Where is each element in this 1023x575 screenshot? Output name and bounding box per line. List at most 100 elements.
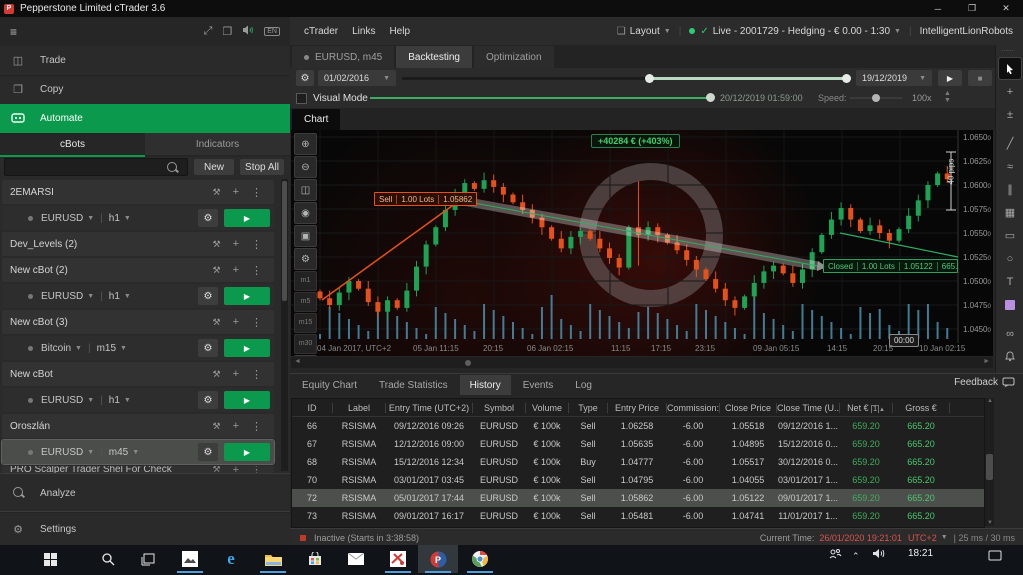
zoom-in-icon[interactable]: ⊕: [294, 133, 317, 155]
scroll-right-arrow[interactable]: ►: [983, 358, 990, 365]
more-options-icon[interactable]: ⋮: [251, 368, 262, 381]
instance-play-button[interactable]: ▶: [224, 339, 270, 357]
tab-optimization[interactable]: Optimization: [474, 46, 554, 68]
instance-symbol[interactable]: EURUSD: [41, 291, 83, 302]
column-header[interactable]: Type: [569, 403, 608, 413]
scrollbar-thumb[interactable]: [465, 360, 471, 366]
menu-links[interactable]: Links: [352, 26, 375, 37]
speed-slider-handle[interactable]: [872, 94, 880, 102]
add-instance-icon[interactable]: +: [233, 238, 239, 250]
snapshot-icon[interactable]: ▣: [294, 225, 317, 247]
taskbar-ctrader-icon[interactable]: P: [418, 545, 458, 573]
chart-type-icon[interactable]: ◫: [294, 179, 317, 201]
cbot-list-scrollbar[interactable]: [281, 179, 288, 471]
column-header[interactable]: Volume: [526, 403, 569, 413]
multi-line-icon[interactable]: ≈: [999, 156, 1021, 177]
scroll-up-arrow[interactable]: ▲: [987, 398, 993, 404]
taskbar-mail-icon[interactable]: [336, 545, 376, 573]
tab-cbots[interactable]: cBots: [0, 133, 145, 157]
column-header[interactable]: Label: [333, 403, 386, 413]
speed-stepper[interactable]: ▲▼: [944, 90, 951, 104]
text-tool-icon[interactable]: T: [999, 271, 1021, 292]
timeframe-m30-button[interactable]: m30: [294, 334, 317, 354]
add-instance-icon[interactable]: +: [233, 316, 239, 328]
instance-play-button[interactable]: ▶: [224, 209, 270, 227]
column-header[interactable]: Entry Time (UTC+2): [386, 403, 473, 413]
range-slider-handle-left[interactable]: [645, 74, 654, 83]
sidebar-item-copy[interactable]: ❐Copy: [0, 75, 290, 105]
cbot-row[interactable]: Oroszlán⚒+⋮: [2, 414, 274, 438]
cbot-row[interactable]: Dev_Levels (2)⚒+⋮: [2, 232, 274, 256]
cbot-row[interactable]: PRO Scalper Trader Shel For Check⚒+⋮: [2, 466, 274, 473]
maximize-button[interactable]: ❐: [955, 0, 989, 17]
speed-slider[interactable]: [850, 97, 902, 99]
more-options-icon[interactable]: ⋮: [251, 466, 262, 473]
hamburger-menu-icon[interactable]: ≡: [10, 25, 17, 39]
broker-name[interactable]: IntelligentLionRobots: [920, 26, 1013, 37]
objects-icon[interactable]: ∞: [999, 323, 1021, 344]
show-hidden-icons[interactable]: ⌃: [852, 551, 860, 562]
tab-eurusd-m45[interactable]: EURUSD, m45: [292, 46, 394, 68]
menu-help[interactable]: Help: [389, 26, 410, 37]
cbot-instance-row[interactable]: EURUSD▼|h1▼⚙▶: [2, 388, 274, 412]
instance-timeframe[interactable]: h1: [109, 291, 120, 302]
ellipse-tool-icon[interactable]: ○: [999, 248, 1021, 269]
layout-menu[interactable]: Layout: [630, 26, 660, 37]
minimize-button[interactable]: ─: [921, 0, 955, 17]
backtest-settings-button[interactable]: ⚙: [296, 70, 314, 86]
table-row[interactable]: 68RSISMA15/12/2016 12:34EURUSD€ 100kBuy1…: [292, 453, 984, 471]
group-icon[interactable]: ⚒: [212, 265, 220, 276]
instance-timeframe[interactable]: h1: [109, 395, 120, 406]
cbot-instance-row[interactable]: EURUSD▼|m45▼⚙▶: [2, 440, 274, 464]
add-instance-icon[interactable]: +: [233, 466, 239, 473]
cbot-instance-row[interactable]: Bitcoin▼|m15▼⚙▶: [2, 336, 274, 360]
alert-bell-icon[interactable]: [999, 346, 1021, 367]
cbot-instance-row[interactable]: EURUSD▼|h1▼⚙▶: [2, 284, 274, 308]
table-row[interactable]: 72RSISMA05/01/2017 17:44EURUSD€ 100kSell…: [292, 489, 984, 507]
column-header[interactable]: Close Time (U..: [777, 403, 840, 413]
sell-position-label[interactable]: Sell1.00 Lots1.05862: [374, 192, 477, 206]
instance-settings-button[interactable]: ⚙: [198, 287, 218, 305]
fibonacci-icon[interactable]: ▦: [999, 202, 1021, 223]
add-instance-icon[interactable]: +: [233, 264, 239, 276]
closed-position-label[interactable]: Closed1.00 Lots1.05122665.20Pip: [823, 259, 958, 273]
instance-play-button[interactable]: ▶: [224, 443, 270, 461]
tab-equity-chart[interactable]: Equity Chart: [292, 375, 367, 395]
account-selector[interactable]: Live - 2001729 - Hedging - € 0.00 - 1:30: [713, 26, 890, 37]
rectangle-tool-icon[interactable]: ▭: [999, 225, 1021, 246]
cbot-row[interactable]: 2EMARSI⚒+⋮: [2, 180, 274, 204]
tab-log[interactable]: Log: [565, 375, 602, 395]
range-slider-handle-right[interactable]: [842, 74, 851, 83]
parallel-channel-icon[interactable]: ∥: [999, 179, 1021, 200]
add-instance-icon[interactable]: +: [233, 368, 239, 380]
zoom-out-icon[interactable]: ⊖: [294, 156, 317, 178]
instance-symbol[interactable]: Bitcoin: [41, 343, 71, 354]
more-timeframes-button[interactable]: •••: [294, 355, 317, 356]
group-icon[interactable]: ⚒: [212, 317, 220, 328]
windows-layout-icon[interactable]: ❐: [222, 25, 232, 38]
more-options-icon[interactable]: ⋮: [251, 316, 262, 329]
timeframe-m15-button[interactable]: m15: [294, 313, 317, 333]
cbot-instance-row[interactable]: EURUSD▼|h1▼⚙▶: [2, 206, 274, 230]
taskbar-chrome-icon[interactable]: [460, 545, 500, 573]
instance-settings-button[interactable]: ⚙: [198, 339, 218, 357]
instance-timeframe[interactable]: h1: [109, 213, 120, 224]
crosshair-icon[interactable]: +: [999, 81, 1021, 102]
stop-all-button[interactable]: Stop All: [240, 159, 284, 175]
taskbar-clock[interactable]: 18:21: [908, 548, 933, 559]
sidebar-item-trade[interactable]: ◫Trade: [0, 46, 290, 76]
instance-settings-button[interactable]: ⚙: [198, 209, 218, 227]
timeframe-m1-button[interactable]: m1: [294, 271, 317, 291]
progress-handle[interactable]: [706, 93, 715, 102]
taskbar-trading-app-icon[interactable]: [378, 545, 418, 573]
table-row[interactable]: 70RSISMA03/01/2017 03:45EURUSD€ 100kSell…: [292, 471, 984, 489]
trendline-icon[interactable]: ╱: [999, 133, 1021, 154]
instance-play-button[interactable]: ▶: [224, 391, 270, 409]
instance-play-button[interactable]: ▶: [224, 287, 270, 305]
more-options-icon[interactable]: ⋮: [251, 264, 262, 277]
fullscreen-icon[interactable]: ⤢: [204, 25, 213, 38]
language-icon[interactable]: EN: [264, 27, 280, 36]
people-icon[interactable]: [828, 548, 842, 563]
group-icon[interactable]: ⚒: [212, 369, 220, 380]
sidebar-item-settings[interactable]: ⚙ Settings: [0, 511, 290, 547]
